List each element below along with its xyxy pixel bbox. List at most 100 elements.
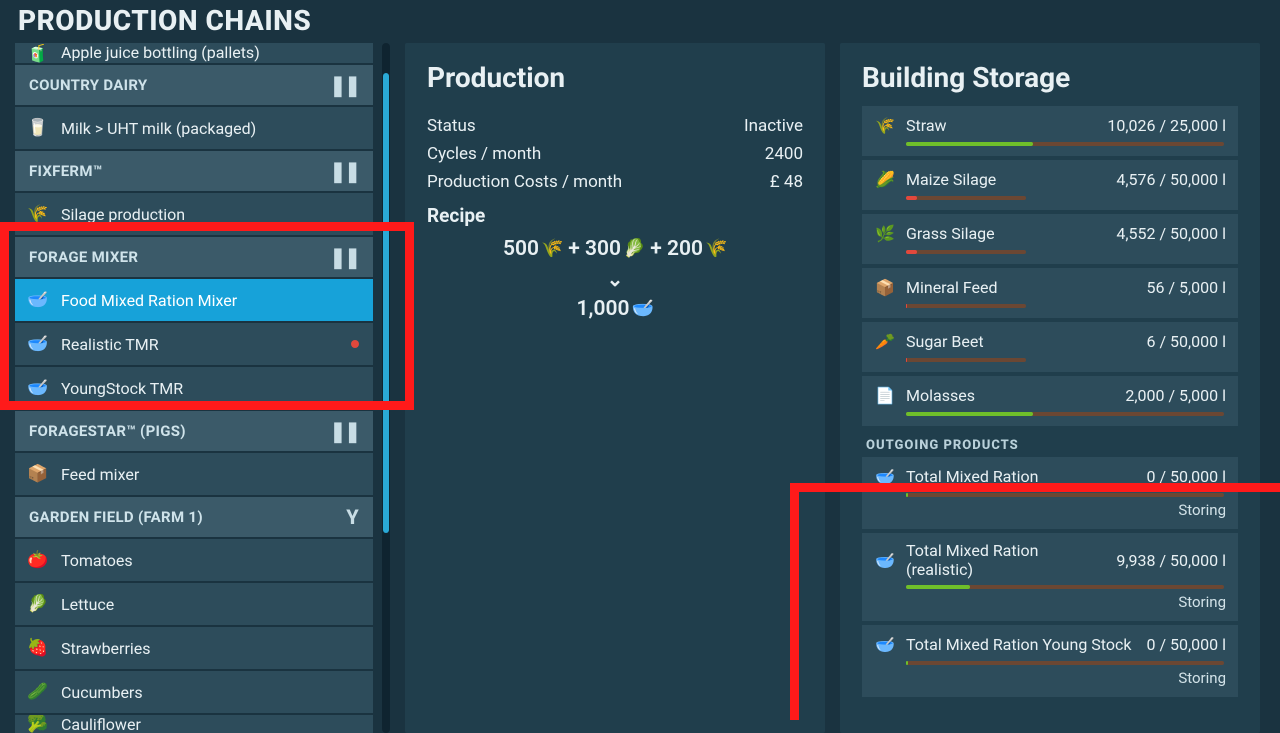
pause-icon: ❚❚ xyxy=(329,245,359,269)
recipe-ingredient: 300🥬 xyxy=(585,237,645,261)
material-name: Grass Silage xyxy=(906,224,1106,243)
item-icon: 🥣 xyxy=(27,289,49,311)
group-name: COUNTRY DAIRY xyxy=(29,76,148,94)
storage-row[interactable]: 📄 Molasses 2,000 / 5,000 l xyxy=(862,376,1238,426)
sidebar-item[interactable]: 🥣 Realistic TMR xyxy=(15,323,373,365)
sidebar-item[interactable]: 🥣 Food Mixed Ration Mixer xyxy=(15,279,373,321)
material-amount: 4,552 / 50,000 l xyxy=(1116,224,1226,243)
group-name: FORAGESTAR™ (PIGS) xyxy=(29,422,186,440)
item-icon: 📦 xyxy=(27,463,49,485)
recipe-display: 500🌾 + 300🥬 + 200🌾 ⌄ 1,000 🥣 xyxy=(427,237,803,321)
stat-label: Status xyxy=(427,116,476,136)
material-icon: 📄 xyxy=(874,384,896,406)
sidebar-item-label: Strawberries xyxy=(61,639,151,658)
material-amount: 4,576 / 50,000 l xyxy=(1116,170,1226,189)
stat-label: Production Costs / month xyxy=(427,172,622,192)
material-amount: 9,938 / 50,000 l xyxy=(1116,551,1226,570)
stat-value: 2400 xyxy=(765,144,803,164)
sidebar-item[interactable]: 🧃 Apple juice bottling (pallets) xyxy=(15,43,373,63)
material-icon: 🥣 xyxy=(874,633,896,655)
sidebar-item[interactable]: 🥬 Lettuce xyxy=(15,583,373,625)
fill-bar xyxy=(906,250,1026,254)
material-name: Sugar Beet xyxy=(906,332,1137,351)
item-icon: 🍓 xyxy=(27,637,49,659)
item-icon: 🥒 xyxy=(27,681,49,703)
fill-bar xyxy=(906,412,1224,416)
item-icon: 🥣 xyxy=(27,377,49,399)
storage-row[interactable]: 🥕 Sugar Beet 6 / 50,000 l xyxy=(862,322,1238,372)
sidebar-item-label: Feed mixer xyxy=(61,465,139,484)
sidebar-item[interactable]: 🌾 Silage production xyxy=(15,193,373,235)
sidebar-item-label: Cucumbers xyxy=(61,683,143,702)
chevron-down-icon: ⌄ xyxy=(427,261,803,297)
sidebar-item[interactable]: 🥛 Milk > UHT milk (packaged) xyxy=(15,107,373,149)
item-icon: 🍅 xyxy=(27,549,49,571)
sidebar-group-header[interactable]: FIXFERM™❚❚ xyxy=(15,151,373,191)
sidebar-item-label: Tomatoes xyxy=(61,551,133,570)
pause-icon: ❚❚ xyxy=(329,73,359,97)
item-icon: 🥣 xyxy=(27,333,49,355)
item-icon: 🧃 xyxy=(27,43,49,63)
pause-icon: ❚❚ xyxy=(329,419,359,443)
group-name: GARDEN FIELD (FARM 1) xyxy=(29,508,203,526)
sidebar-item[interactable]: 📦 Feed mixer xyxy=(15,453,373,495)
storage-mode[interactable]: Storing xyxy=(874,501,1226,519)
plus-icon: + xyxy=(650,237,662,261)
material-name: Total Mixed Ration Young Stock xyxy=(906,635,1137,654)
sidebar-item-label: Cauliflower xyxy=(61,715,141,733)
stat-value: £ 48 xyxy=(770,172,803,192)
storage-mode[interactable]: Storing xyxy=(874,593,1226,611)
material-icon: 🌽 xyxy=(874,168,896,190)
sidebar-item-label: Apple juice bottling (pallets) xyxy=(61,43,260,62)
sidebar-item-label: YoungStock TMR xyxy=(61,379,183,398)
item-icon: 🌾 xyxy=(27,203,49,225)
storage-row[interactable]: 📦 Mineral Feed 56 / 5,000 l xyxy=(862,268,1238,318)
ingredient-icon: 🌾 xyxy=(705,238,727,260)
sidebar-item-label: Silage production xyxy=(61,205,185,224)
sidebar-scrollbar[interactable] xyxy=(382,43,390,733)
ingredient-icon: 🌾 xyxy=(541,238,563,260)
sidebar-item[interactable]: 🥦 Cauliflower xyxy=(15,715,373,733)
material-name: Straw xyxy=(906,116,1097,135)
material-amount: 56 / 5,000 l xyxy=(1147,278,1227,297)
group-name: FIXFERM™ xyxy=(29,162,103,180)
recipe-ingredient: 200🌾 xyxy=(667,237,727,261)
production-stat-row: Status Inactive xyxy=(427,112,803,140)
storage-row[interactable]: 🌿 Grass Silage 4,552 / 50,000 l xyxy=(862,214,1238,264)
sidebar-item[interactable]: 🍓 Strawberries xyxy=(15,627,373,669)
outgoing-products-header: OUTGOING PRODUCTS xyxy=(862,430,1238,457)
storage-row[interactable]: 🌽 Maize Silage 4,576 / 50,000 l xyxy=(862,160,1238,210)
material-name: Total Mixed Ration xyxy=(906,467,1137,486)
material-name: Maize Silage xyxy=(906,170,1106,189)
ingredient-icon: 🥬 xyxy=(623,238,645,260)
sidebar-item[interactable]: 🥣 YoungStock TMR xyxy=(15,367,373,409)
sidebar-group-header[interactable]: GARDEN FIELD (FARM 1)Y xyxy=(15,497,373,537)
material-amount: 0 / 50,000 l xyxy=(1147,467,1227,486)
storage-row[interactable]: 🥣 Total Mixed Ration Young Stock 0 / 50,… xyxy=(862,625,1238,697)
production-title: Production xyxy=(427,61,803,94)
material-amount: 10,026 / 25,000 l xyxy=(1107,116,1226,135)
recipe-output: 1,000 🥣 xyxy=(577,297,654,321)
fill-bar xyxy=(906,304,1026,308)
storage-row[interactable]: 🥣 Total Mixed Ration 0 / 50,000 l Storin… xyxy=(862,457,1238,529)
production-stat-row: Cycles / month 2400 xyxy=(427,140,803,168)
production-chains-sidebar: 🧃 Apple juice bottling (pallets) COUNTRY… xyxy=(15,43,390,733)
group-name: FORAGE MIXER xyxy=(29,248,138,266)
sidebar-group-header[interactable]: FORAGE MIXER ❚❚ xyxy=(15,237,373,277)
storage-mode[interactable]: Storing xyxy=(874,669,1226,687)
storage-row[interactable]: 🥣 Total Mixed Ration (realistic) 9,938 /… xyxy=(862,533,1238,621)
stat-label: Cycles / month xyxy=(427,144,541,164)
item-icon: 🥛 xyxy=(27,117,49,139)
page-title: PRODUCTION CHAINS xyxy=(0,0,1280,43)
sidebar-item[interactable]: 🥒 Cucumbers xyxy=(15,671,373,713)
storage-row[interactable]: 🌾 Straw 10,026 / 25,000 l xyxy=(862,106,1238,156)
sidebar-group-header[interactable]: FORAGESTAR™ (PIGS) ❚❚ xyxy=(15,411,373,451)
sidebar-item[interactable]: 🍅 Tomatoes xyxy=(15,539,373,581)
scrollbar-thumb[interactable] xyxy=(383,73,389,533)
material-icon: 🌿 xyxy=(874,222,896,244)
building-storage-panel: Building Storage 🌾 Straw 10,026 / 25,000… xyxy=(840,43,1260,733)
sidebar-item-label: Realistic TMR xyxy=(61,335,159,354)
sidebar-group-header[interactable]: COUNTRY DAIRY ❚❚ xyxy=(15,65,373,105)
warning-dot-icon xyxy=(351,340,359,348)
sidebar-item-label: Lettuce xyxy=(61,595,114,614)
